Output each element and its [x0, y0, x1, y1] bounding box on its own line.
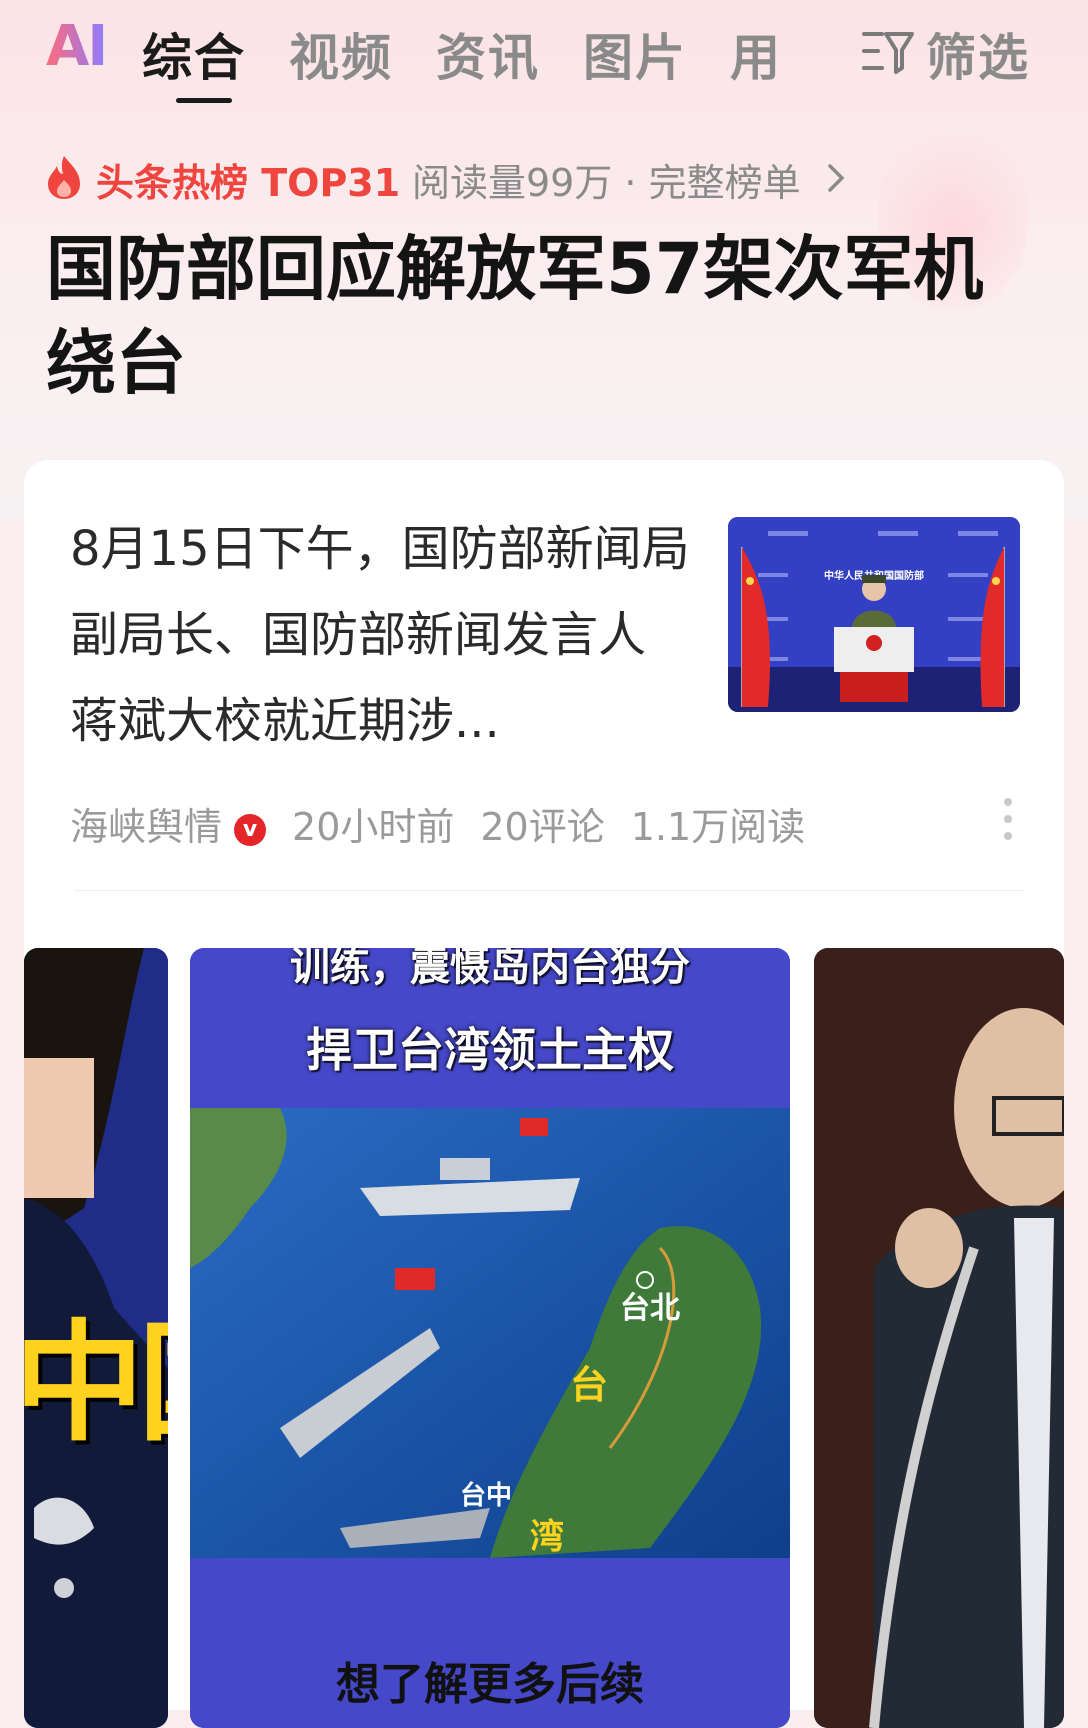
- image-gallery: 中国 台: [24, 948, 1064, 1728]
- filter-button[interactable]: 筛选: [926, 18, 1030, 90]
- article-summary[interactable]: 8月15日下午，国防部新闻局副局长、国防部新闻发言人蒋斌大校就近期涉...: [70, 506, 690, 764]
- more-icon[interactable]: [1000, 796, 1016, 842]
- gallery-image-1[interactable]: 中国: [24, 948, 168, 1728]
- map-label-tai: 台: [570, 1363, 608, 1407]
- divider: [74, 890, 1024, 891]
- tab-comprehensive[interactable]: 综合: [142, 18, 246, 90]
- publish-time: 20小时前: [292, 805, 455, 849]
- source-name[interactable]: 海峡舆情: [70, 805, 222, 849]
- comment-count[interactable]: 20评论: [480, 805, 604, 849]
- article-meta: 海峡舆情 v 20小时前 20评论 1.1万阅读: [70, 796, 831, 851]
- ai-tab[interactable]: AI: [46, 14, 108, 79]
- tab-news[interactable]: 资讯: [436, 18, 540, 90]
- hotlist-meta[interactable]: 阅读量99万 · 完整榜单: [412, 152, 801, 207]
- gallery-image-3[interactable]: [814, 948, 1064, 1728]
- tab-users[interactable]: 用: [730, 18, 782, 90]
- gallery-image-2[interactable]: 台北 台 台中 湾 训练，震慑岛内台独分 捍卫台湾领土主权 想了解更多后续: [190, 948, 790, 1728]
- map-label-taipei: 台北: [620, 1291, 680, 1326]
- article-thumbnail[interactable]: 中华人民共和国国防部: [728, 517, 1020, 712]
- image1-overlay-text: 中国: [24, 1307, 168, 1459]
- tab-video[interactable]: 视频: [289, 18, 393, 90]
- fire-icon: [48, 156, 80, 199]
- search-tabs: AI 综合 视频 资讯 图片 用 筛选: [0, 0, 1088, 110]
- press-conference-image: 中华人民共和国国防部: [728, 517, 1020, 712]
- active-tab-indicator: [176, 98, 232, 103]
- filter-icon[interactable]: [860, 26, 916, 76]
- map-label-wan: 湾: [530, 1517, 564, 1557]
- read-count: 1.1万阅读: [630, 805, 806, 849]
- chevron-right-icon: [828, 164, 845, 192]
- topic-headline[interactable]: 国防部回应解放军57架次军机绕台: [46, 222, 1046, 410]
- map-label-taichung: 台中: [460, 1480, 512, 1511]
- result-card[interactable]: 8月15日下午，国防部新闻局副局长、国防部新闻发言人蒋斌大校就近期涉... 中华…: [24, 460, 1064, 1728]
- image2-bottom-caption: 想了解更多后续: [336, 1659, 644, 1710]
- image2-caption-top: 训练，震慑岛内台独分: [290, 948, 690, 990]
- tab-images[interactable]: 图片: [583, 18, 687, 90]
- legislator-image: [814, 948, 1064, 1728]
- hotlist-label: 头条热榜 TOP31: [96, 161, 401, 205]
- image2-caption: 捍卫台湾领土主权: [306, 1023, 674, 1077]
- verified-icon: v: [234, 814, 267, 846]
